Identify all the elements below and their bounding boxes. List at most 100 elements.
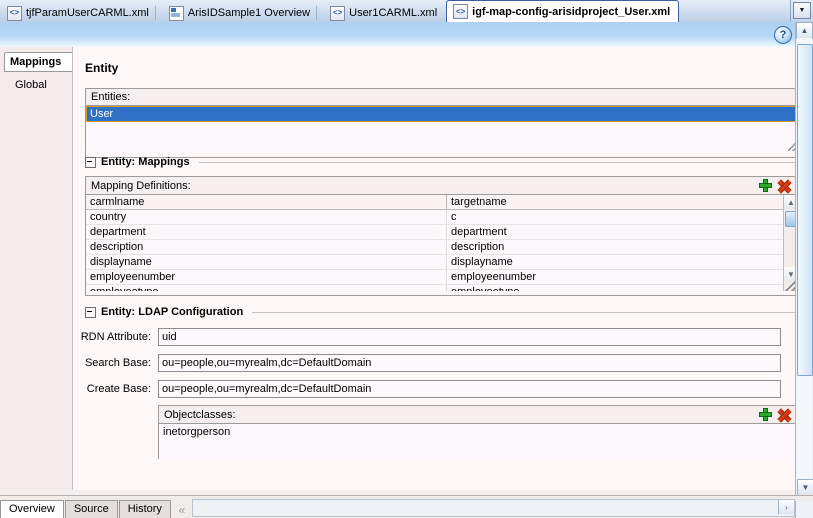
editor-tab-strip: <> tjfParamUserCARML.xml ArisIDSample1 O… [0, 0, 813, 23]
editor-tab-3-active[interactable]: <> igf-map-config-arisidproject_User.xml [446, 0, 680, 22]
table-row[interactable]: employeetypeemployeetype [86, 284, 796, 291]
table-row[interactable]: employeenumber employeenumber [86, 269, 796, 285]
cell-targetname: department [446, 224, 796, 240]
editor-tab-label: igf-map-config-arisidproject_User.xml [472, 5, 671, 18]
objectclasses-actions [759, 408, 791, 421]
left-nav: Mappings Global [0, 47, 73, 490]
page-title: Entity [85, 61, 119, 75]
rdn-attribute-row: RDN Attribute: [73, 328, 796, 346]
cell-targetname: c [446, 209, 796, 225]
search-base-label: Search Base: [84, 357, 151, 369]
mapping-definitions-group: Mapping Definitions: carmlname targetnam… [85, 176, 796, 296]
scrollbar-corner [795, 501, 813, 518]
xml-file-icon: <> [7, 5, 22, 21]
bottom-tab-bar: Overview Source History « › [0, 495, 813, 518]
mapping-definitions-table-wrap: carmlname targetname country c department d… [86, 195, 796, 291]
create-base-label: Create Base: [86, 383, 151, 395]
table-row[interactable]: displayname displayname [86, 254, 796, 270]
objectclasses-list[interactable]: inetorgperson [159, 424, 796, 460]
header-rule [252, 311, 796, 313]
editor-header-band: ? [0, 22, 796, 48]
list-item-inetorgperson[interactable]: inetorgperson [163, 426, 794, 438]
editor-tab-2[interactable]: <> User1CARML.xml [316, 3, 446, 22]
help-icon[interactable]: ? [774, 26, 792, 44]
mapping-definitions-label-text: Mapping Definitions: [91, 179, 191, 192]
entity-ldap-header-text: Entity: LDAP Configuration [101, 306, 244, 318]
collapse-minus-icon[interactable] [85, 156, 96, 168]
mapping-definitions-group-label: Mapping Definitions: [86, 177, 796, 195]
cell-carmlname: country [86, 209, 447, 225]
column-header-carmlname[interactable]: carmlname [86, 195, 447, 210]
table-row[interactable]: department department [86, 224, 796, 240]
entities-label-text: Entities: [91, 91, 131, 103]
table-row[interactable]: country c [86, 209, 796, 225]
editor-tab-1[interactable]: ArisIDSample1 Overview [154, 3, 319, 22]
scroll-down-arrow-icon[interactable]: ▼ [797, 479, 813, 496]
create-base-field[interactable] [158, 380, 781, 398]
rdn-attribute-field[interactable] [158, 328, 781, 346]
tab-overview[interactable]: Overview [0, 500, 64, 518]
table-row[interactable]: description description [86, 239, 796, 255]
ldap-fields: RDN Attribute: Search Base: Create Base: [73, 328, 796, 406]
cell-targetname: employeenumber [446, 269, 796, 285]
search-base-field[interactable] [158, 354, 781, 372]
xml-file-icon: <> [330, 5, 346, 21]
entity-ldap-section-header[interactable]: Entity: LDAP Configuration [85, 306, 796, 318]
scroll-right-arrow-icon[interactable]: › [778, 500, 794, 514]
list-item-user[interactable]: User [86, 106, 796, 122]
xml-file-icon: <> [453, 4, 469, 19]
create-base-row: Create Base: [73, 380, 796, 398]
cell-carmlname: employeenumber [86, 269, 447, 285]
cell-carmlname: department [86, 224, 447, 240]
tab-overflow-area: ▼ [790, 0, 813, 21]
chevron-down-icon[interactable]: ▼ [793, 2, 811, 19]
cell-targetname: displayname [446, 254, 796, 270]
editor-tab-label: ArisIDSample1 Overview [187, 7, 311, 19]
cell-targetname: description [446, 239, 796, 255]
overview-icon [168, 5, 184, 21]
scroll-up-arrow-icon[interactable]: ▲ [796, 22, 813, 39]
page-vertical-scrollbar[interactable]: ▲ ▼ [795, 22, 813, 496]
rdn-attribute-label: RDN Attribute: [80, 331, 151, 343]
objectclasses-group: Objectclasses: inetorgperson [158, 405, 796, 460]
entity-mappings-header-text: Entity: Mappings [101, 156, 190, 168]
header-rule [198, 161, 796, 163]
scrollbar-thumb[interactable] [797, 44, 813, 376]
entities-group-label: Entities: [86, 89, 796, 106]
editor-tab-label: User1CARML.xml [349, 7, 438, 19]
entities-list[interactable]: User [86, 106, 796, 151]
entities-group: Entities: User [85, 88, 796, 158]
tab-separator [154, 6, 156, 20]
delete-icon[interactable] [778, 408, 791, 421]
cell-carmlname: employeetype [86, 284, 447, 291]
add-icon[interactable] [759, 179, 772, 192]
editor-body: Mappings Global Entity Entities: User En… [0, 47, 796, 490]
objectclasses-wrap: Objectclasses: inetorgperson [73, 405, 796, 465]
entity-mappings-section-header[interactable]: Entity: Mappings [85, 156, 796, 168]
content-pane: Entity Entities: User Entity: Mappings M… [73, 47, 796, 490]
mapping-definitions-table: carmlname targetname country c department d… [86, 195, 796, 291]
editor-tab-0[interactable]: <> tjfParamUserCARML.xml [0, 3, 158, 22]
sidebar-item-mappings[interactable]: Mappings [4, 52, 72, 72]
editor-tab-label: tjfParamUserCARML.xml [26, 7, 149, 19]
page-horizontal-scrollbar[interactable]: › [191, 499, 795, 517]
collapse-minus-icon[interactable] [85, 306, 96, 318]
scroll-left-arrow-icon[interactable]: « [174, 501, 190, 518]
objectclasses-label-text: Objectclasses: [164, 408, 236, 421]
column-header-targetname[interactable]: targetname [446, 195, 796, 210]
tab-source[interactable]: Source [64, 500, 118, 518]
editor-window: <> tjfParamUserCARML.xml ArisIDSample1 O… [0, 0, 813, 518]
delete-icon[interactable] [778, 179, 791, 192]
mapping-definitions-actions [759, 179, 791, 192]
search-base-row: Search Base: [73, 354, 796, 372]
sidebar-item-global[interactable]: Global [9, 76, 72, 94]
objectclasses-group-label: Objectclasses: [159, 406, 796, 424]
cell-carmlname: displayname [86, 254, 447, 270]
mapping-definitions-rows: country c department department description d… [86, 209, 796, 291]
cell-carmlname: description [86, 239, 447, 255]
add-icon[interactable] [759, 408, 772, 421]
tab-history[interactable]: History [118, 500, 171, 518]
cell-targetname: employeetype [446, 284, 796, 291]
table-header-row: carmlname targetname [86, 195, 796, 210]
tab-separator [316, 6, 318, 20]
